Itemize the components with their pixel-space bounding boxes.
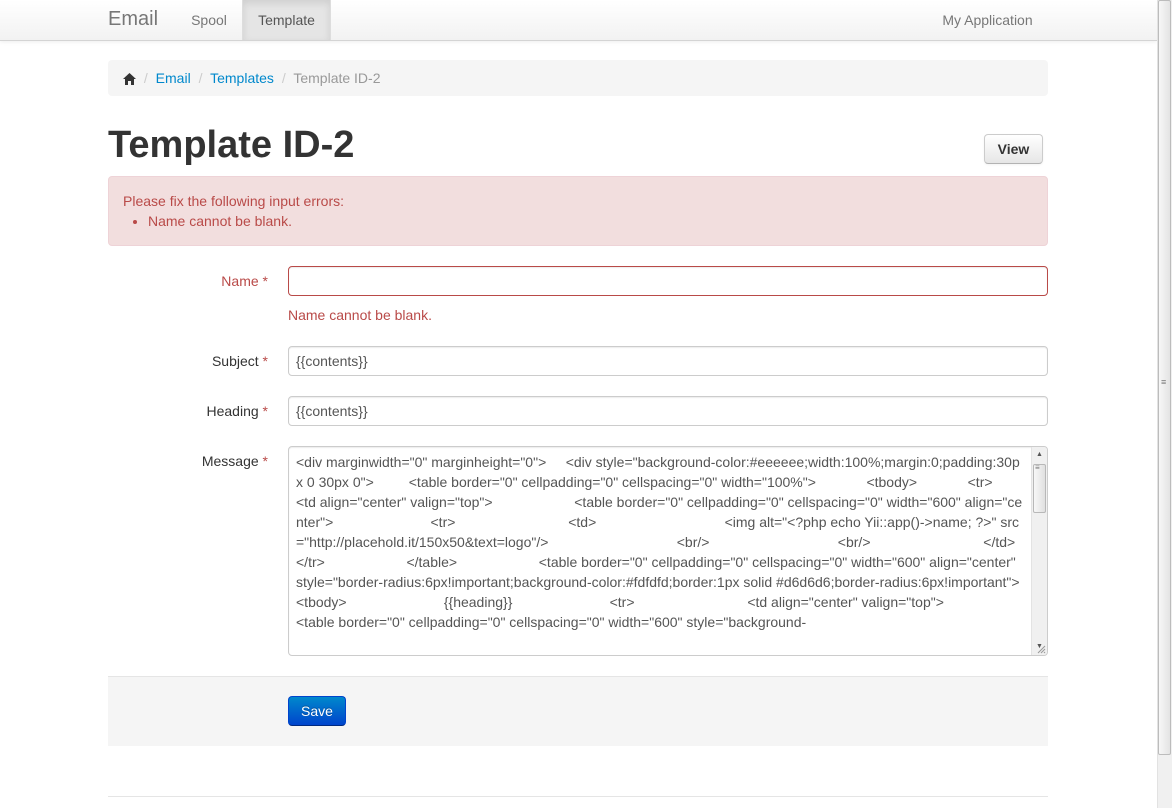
message-scrollbar[interactable]: ▲ ≡ ▼ bbox=[1031, 447, 1047, 655]
message-label: Message * bbox=[108, 453, 268, 469]
alert-error-item: Name cannot be blank. bbox=[148, 212, 1033, 230]
subject-label-text: Subject bbox=[211, 353, 259, 369]
scrollbar-grip-icon: ≡ bbox=[1161, 377, 1167, 387]
home-icon[interactable] bbox=[123, 70, 136, 86]
heading-input[interactable] bbox=[288, 396, 1048, 426]
breadcrumb-separator: / bbox=[281, 70, 286, 86]
message-text[interactable]: <div marginwidth="0" marginheight="0"> <… bbox=[296, 452, 1024, 632]
subject-label: Subject * bbox=[108, 353, 268, 369]
scrollbar-grip-icon: ≡ bbox=[1035, 463, 1040, 472]
resize-handle-icon[interactable] bbox=[1036, 644, 1046, 654]
required-marker: * bbox=[262, 453, 268, 469]
footer-divider bbox=[108, 796, 1048, 797]
required-marker: * bbox=[262, 403, 268, 419]
message-textarea[interactable]: <div marginwidth="0" marginheight="0"> <… bbox=[288, 446, 1048, 656]
breadcrumb-link-templates[interactable]: Templates bbox=[210, 70, 274, 86]
alert-heading: Please fix the following input errors: bbox=[123, 193, 344, 209]
heading-label: Heading * bbox=[108, 403, 269, 419]
brand-link[interactable]: Email bbox=[108, 8, 158, 31]
breadcrumb: / Email / Templates / Template ID-2 bbox=[108, 60, 1048, 96]
heading-label-text: Heading bbox=[206, 403, 259, 419]
scroll-up-arrow-icon[interactable]: ▲ bbox=[1032, 447, 1047, 463]
save-button[interactable]: Save bbox=[288, 696, 346, 726]
subject-input[interactable] bbox=[288, 346, 1048, 376]
nav-item-template[interactable]: Template bbox=[242, 0, 331, 40]
message-label-text: Message bbox=[201, 453, 259, 469]
top-navbar: Email Spool Template My Application bbox=[0, 0, 1157, 41]
view-button[interactable]: View bbox=[984, 134, 1043, 164]
required-marker: * bbox=[262, 353, 268, 369]
alert-error-list: Name cannot be blank. bbox=[148, 212, 1033, 230]
name-label-text: Name bbox=[221, 273, 259, 289]
name-error-message: Name cannot be blank. bbox=[288, 307, 432, 323]
breadcrumb-separator: / bbox=[143, 70, 148, 86]
breadcrumb-separator: / bbox=[198, 70, 203, 86]
error-alert: Please fix the following input errors: N… bbox=[108, 176, 1048, 246]
page-title: Template ID-2 bbox=[108, 124, 355, 166]
required-marker: * bbox=[262, 273, 268, 289]
breadcrumb-link-email[interactable]: Email bbox=[156, 70, 191, 86]
name-input[interactable] bbox=[288, 266, 1048, 296]
nav-item-spool[interactable]: Spool bbox=[175, 0, 243, 40]
nav-item-my-application[interactable]: My Application bbox=[930, 0, 1045, 40]
form-actions bbox=[108, 676, 1048, 746]
name-label: Name * bbox=[108, 273, 268, 289]
breadcrumb-current: Template ID-2 bbox=[293, 70, 381, 86]
